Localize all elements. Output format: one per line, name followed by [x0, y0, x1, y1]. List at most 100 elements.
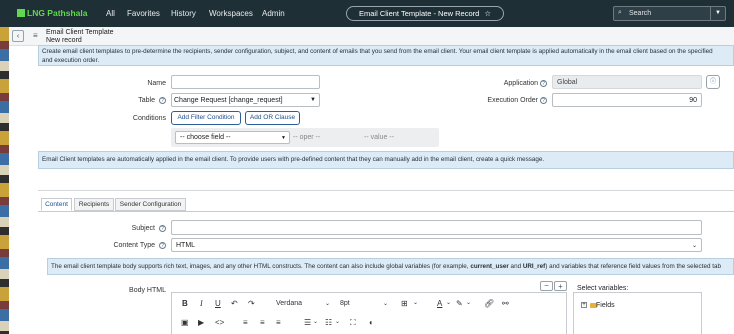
tab-content[interactable]: Content — [41, 198, 72, 211]
application-value: Global — [557, 79, 578, 86]
chevron-down-icon: ▼ — [281, 135, 286, 141]
tab-panel-border — [38, 211, 734, 212]
insert-media-icon[interactable]: ▶ — [198, 318, 204, 327]
select-variables-label: Select variables: — [577, 285, 629, 292]
insert-link-icon[interactable]: 🔗︎ — [484, 299, 494, 308]
application-help-icon[interactable]: ? — [540, 80, 547, 87]
subject-label: Subject — [131, 225, 155, 232]
table-select-value: Change Request [change_request] — [174, 97, 283, 104]
table-select[interactable]: Change Request [change_request] ▼ — [171, 93, 320, 107]
tab-section-divider — [38, 190, 734, 191]
intro-info-line1: Create email client templates to pre-det… — [42, 48, 713, 55]
chevron-down-icon: ⌄ — [691, 243, 697, 249]
execution-order-label: Execution Order — [487, 97, 538, 104]
body-info-message: The email client template body supports … — [47, 258, 734, 275]
record-title-text: Email Client Template - New Record — [359, 9, 480, 18]
expand-node-icon[interactable]: + — [581, 302, 587, 308]
search-placeholder: Search — [629, 10, 652, 17]
chevron-down-icon: ⌄ — [313, 319, 319, 325]
search-icon: ⌕ — [618, 9, 622, 16]
hamburger-menu-icon[interactable]: ≡ — [33, 31, 38, 40]
back-button[interactable]: ‹ — [12, 30, 24, 42]
name-label: Name — [147, 80, 166, 87]
undo-icon[interactable]: ↶ — [231, 299, 238, 308]
body-html-label: Body HTML — [129, 287, 166, 294]
fields-node[interactable]: Fields — [596, 302, 615, 309]
form-title: Email Client Template — [46, 29, 114, 36]
execution-order-value: 90 — [689, 97, 697, 104]
value-select[interactable]: -- value -- — [364, 134, 394, 141]
name-input[interactable] — [171, 75, 320, 89]
chevron-down-icon: ▼ — [310, 97, 316, 103]
choose-field-value: -- choose field -- — [180, 134, 231, 141]
conditions-label: Conditions — [132, 115, 166, 122]
add-filter-condition-button[interactable]: Add Filter Condition — [171, 111, 241, 125]
align-right-icon[interactable]: ≡ — [276, 318, 281, 327]
logo-text: LNG Pathshala — [27, 8, 88, 18]
variables-tree — [573, 292, 702, 334]
font-size-select[interactable]: 8pt — [340, 300, 350, 307]
table-label: Table — [138, 97, 155, 104]
execution-order-input[interactable]: 90 — [552, 93, 702, 107]
intro-info-line2: and execution order. — [42, 56, 100, 64]
application-label: Application — [503, 80, 538, 87]
bold-icon[interactable]: B — [182, 299, 188, 308]
subject-input[interactable] — [171, 220, 702, 235]
content-type-value: HTML — [176, 242, 196, 249]
align-center-icon[interactable]: ≡ — [260, 318, 265, 327]
nav-workspaces[interactable]: Workspaces — [209, 9, 253, 18]
chevron-down-icon: ⌄ — [413, 300, 419, 306]
quick-message-info: Email Client templates are automatically… — [38, 151, 734, 169]
insert-image-icon[interactable]: ▣ — [181, 318, 189, 327]
source-code-icon[interactable]: <> — [215, 318, 224, 327]
record-title-pill[interactable]: Email Client Template - New Record ☆ — [346, 6, 504, 21]
search-dropdown-icon[interactable]: ▼ — [710, 7, 725, 20]
chevron-down-icon: ⌄ — [325, 301, 331, 307]
form-subtitle: New record — [46, 37, 82, 44]
chevron-down-icon: ⌄ — [383, 301, 389, 307]
tab-sender-configuration[interactable]: Sender Configuration — [115, 198, 186, 211]
execution-order-help-icon[interactable]: ? — [540, 97, 547, 104]
global-search[interactable]: ⌕ Search ▼ — [613, 6, 726, 21]
table-icon[interactable]: ⊞ — [401, 299, 408, 308]
quick-message-text: Email Client templates are automatically… — [42, 156, 545, 163]
font-family-select[interactable]: Verdana — [276, 300, 302, 307]
table-help-icon[interactable]: ? — [159, 97, 166, 104]
info-circle-icon: ⓘ — [709, 79, 716, 85]
background-image-strip — [0, 27, 9, 334]
content-type-label: Content Type — [113, 242, 155, 249]
form-header — [9, 27, 734, 46]
redo-icon[interactable]: ↷ — [248, 299, 255, 308]
underline-icon[interactable]: U — [215, 299, 221, 308]
align-left-icon[interactable]: ≡ — [243, 318, 248, 327]
uri-ref-variable: URI_ref — [522, 263, 546, 270]
expand-editor-button[interactable]: + — [554, 281, 567, 291]
current-user-variable: current_user — [470, 263, 509, 270]
nav-favorites[interactable]: Favorites — [127, 9, 160, 18]
chevron-down-icon: ⌄ — [466, 300, 472, 306]
bullet-list-icon[interactable]: ☰ — [304, 318, 311, 327]
chevron-down-icon: ⌄ — [335, 319, 341, 325]
application-info-button[interactable]: ⓘ — [706, 75, 720, 89]
add-or-clause-button[interactable]: Add OR Clause — [245, 111, 300, 125]
nav-history[interactable]: History — [171, 9, 196, 18]
operator-select[interactable]: -- oper -- — [293, 134, 320, 141]
unlink-icon[interactable]: ⚯ — [502, 299, 509, 308]
nav-all[interactable]: All — [106, 9, 115, 18]
collapse-editor-button[interactable]: − — [540, 281, 553, 291]
contrast-icon[interactable]: ◐ — [369, 318, 374, 327]
content-type-help-icon[interactable]: ? — [159, 242, 166, 249]
choose-field-select[interactable]: -- choose field -- ▼ — [175, 131, 290, 144]
fullscreen-icon[interactable]: ⛶ — [350, 318, 356, 328]
highlight-icon[interactable]: ✎ — [456, 299, 463, 308]
star-icon[interactable]: ☆ — [484, 9, 491, 18]
nav-admin[interactable]: Admin — [262, 9, 285, 18]
italic-icon[interactable]: I — [200, 299, 203, 308]
content-type-select[interactable]: HTML ⌄ — [171, 238, 702, 252]
tab-recipients[interactable]: Recipients — [74, 198, 114, 211]
font-color-icon[interactable]: A — [437, 299, 442, 308]
logo[interactable]: LNG Pathshala — [17, 8, 87, 20]
numbered-list-icon[interactable]: ☷ — [325, 318, 332, 327]
chevron-left-icon: ‹ — [16, 33, 20, 40]
subject-help-icon[interactable]: ? — [159, 225, 166, 232]
